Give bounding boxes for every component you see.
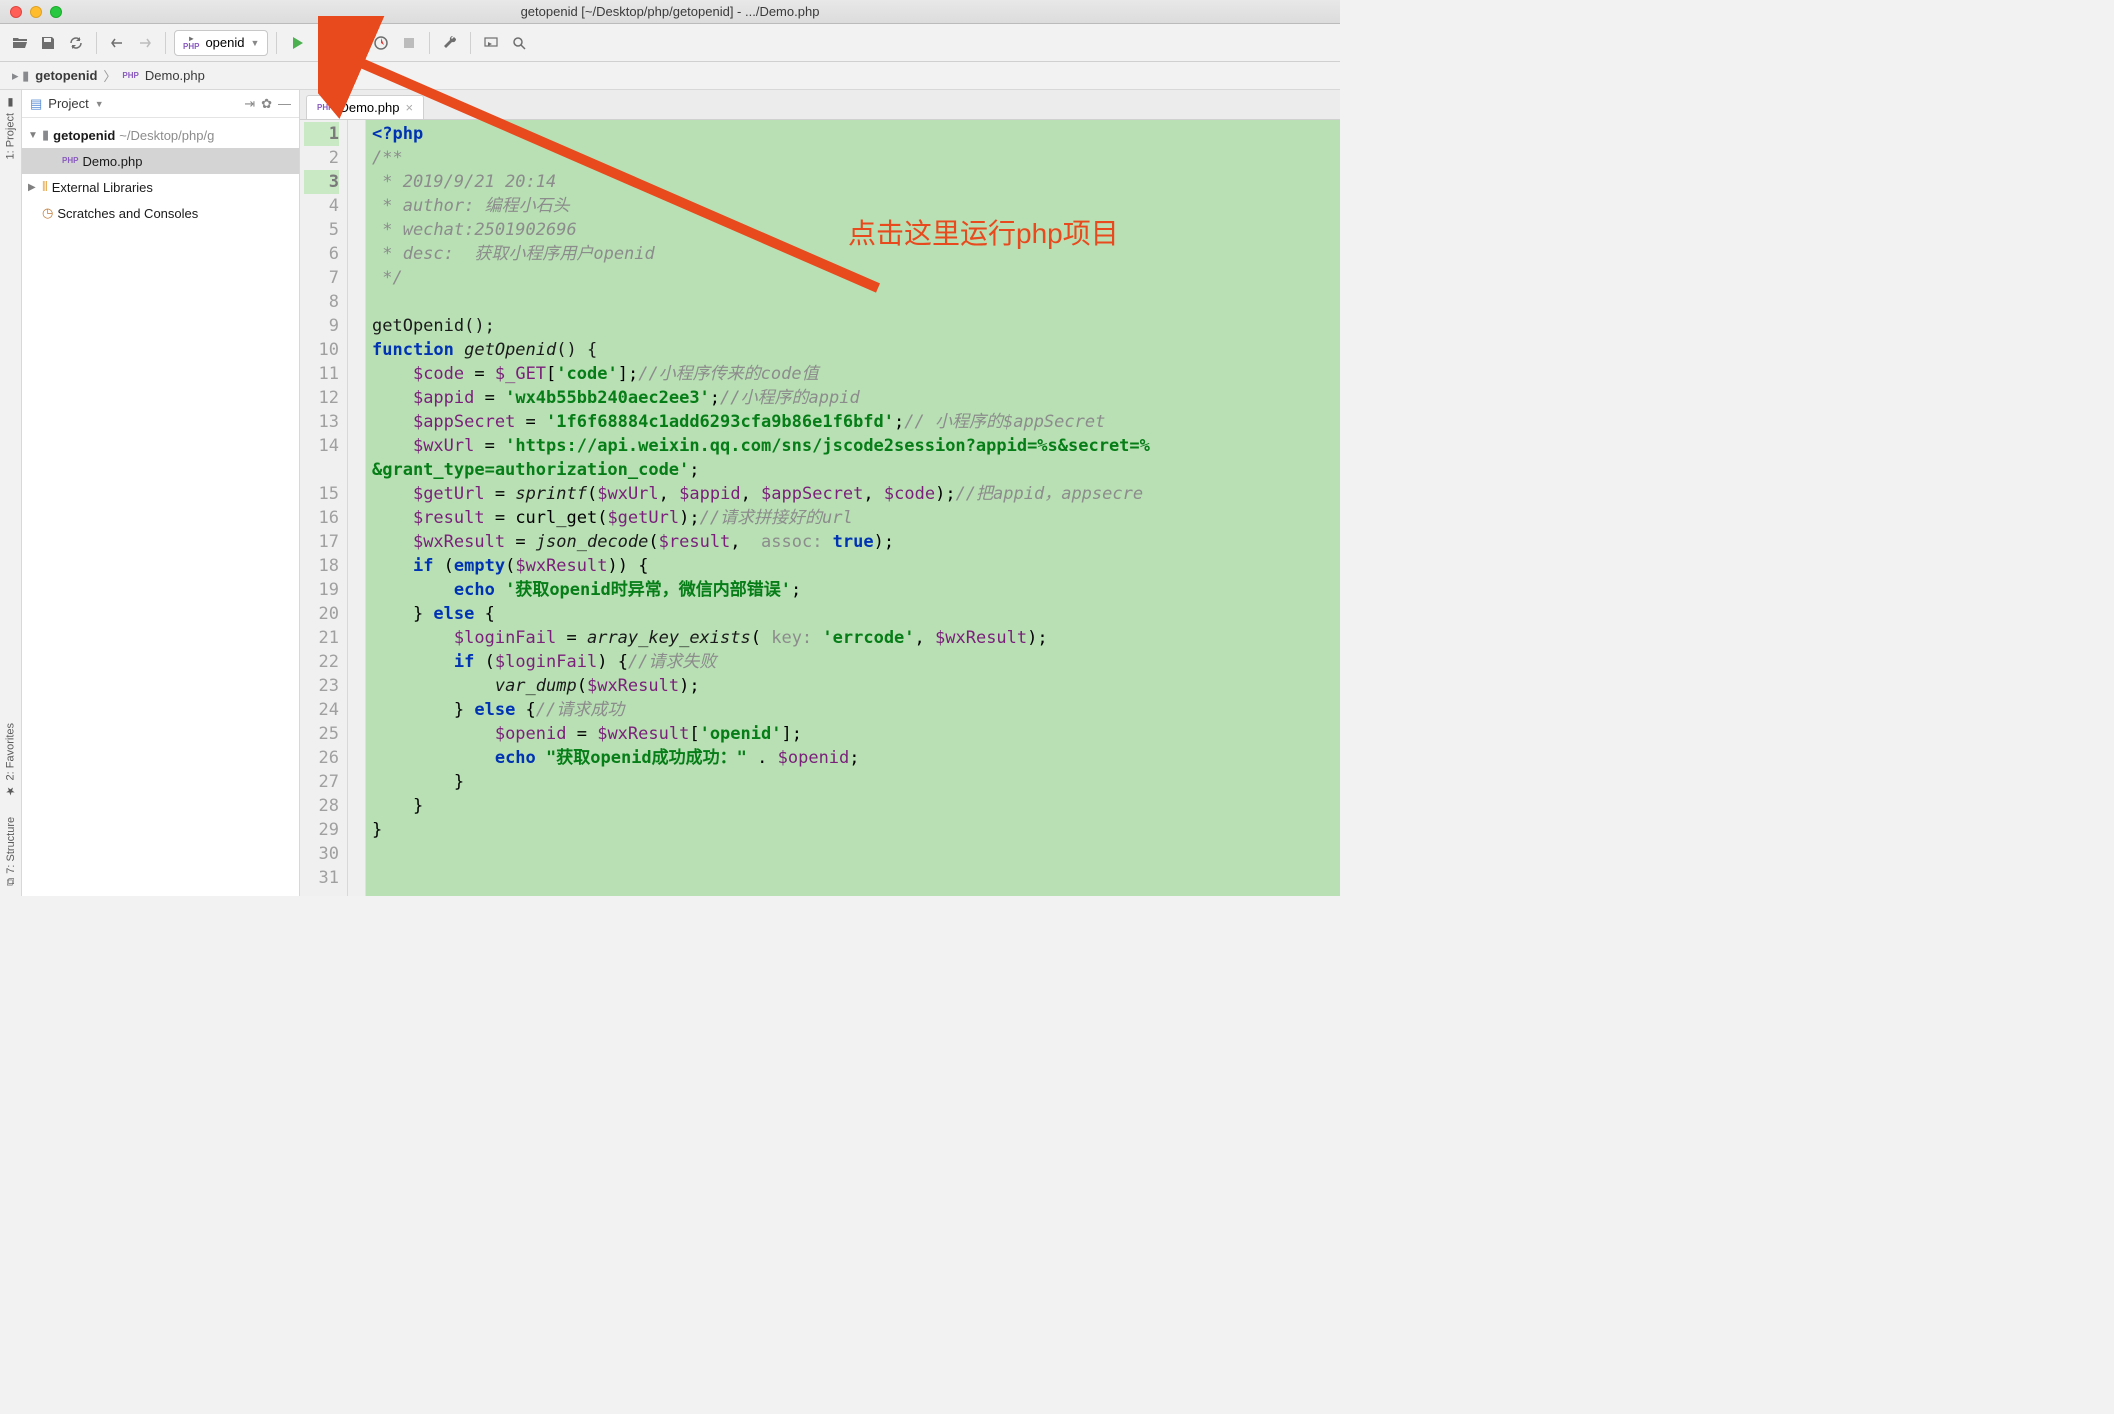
- folder-icon: ▸ ▮: [12, 68, 29, 84]
- project-panel-title[interactable]: Project: [48, 96, 88, 111]
- close-button[interactable]: [10, 6, 22, 18]
- open-icon[interactable]: [8, 31, 32, 55]
- project-panel: ▤ Project ▼ ⇥ ✿ — ▼ ▮ getopenid ~/Deskto…: [22, 90, 300, 896]
- line-gutter: 1234567891011121314151617181920212223242…: [300, 120, 348, 896]
- breadcrumb-file[interactable]: Demo.php: [145, 68, 205, 83]
- collapse-icon[interactable]: ⇥: [244, 96, 255, 112]
- tree-file-demo[interactable]: PHP Demo.php: [22, 148, 299, 174]
- run-button[interactable]: [285, 31, 309, 55]
- editor-area: PHP Demo.php × 1234567891011121314151617…: [300, 90, 1340, 896]
- close-icon[interactable]: ×: [405, 100, 413, 115]
- fold-gutter: [348, 120, 366, 896]
- coverage-icon[interactable]: [341, 31, 365, 55]
- breadcrumb: ▸ ▮ getopenid 〉 PHP Demo.php: [0, 62, 1340, 90]
- minimize-button[interactable]: [30, 6, 42, 18]
- breadcrumb-root[interactable]: getopenid: [35, 68, 97, 83]
- tree-root[interactable]: ▼ ▮ getopenid ~/Desktop/php/g: [22, 122, 299, 148]
- maximize-button[interactable]: [50, 6, 62, 18]
- wrench-icon[interactable]: [438, 31, 462, 55]
- main-toolbar: ▸PHP openid ▼: [0, 24, 1340, 62]
- traffic-lights: [0, 6, 62, 18]
- tab-label: Demo.php: [339, 100, 399, 115]
- project-panel-header: ▤ Project ▼ ⇥ ✿ —: [22, 90, 299, 118]
- code-editor[interactable]: 1234567891011121314151617181920212223242…: [300, 120, 1340, 896]
- avd-icon[interactable]: [479, 31, 503, 55]
- favorites-tool-button[interactable]: ★ 2: Favorites: [4, 723, 17, 797]
- code-content[interactable]: <?php/** * 2019/9/21 20:14 * author: 编程小…: [366, 120, 1340, 896]
- forward-icon[interactable]: [133, 31, 157, 55]
- tab-demo[interactable]: PHP Demo.php ×: [306, 95, 424, 119]
- profile-icon[interactable]: [369, 31, 393, 55]
- left-tool-strip: 1: Project ▮ ★ 2: Favorites ⧉ 7: Structu…: [0, 90, 22, 896]
- run-config-selector[interactable]: ▸PHP openid ▼: [174, 30, 268, 56]
- main-area: 1: Project ▮ ★ 2: Favorites ⧉ 7: Structu…: [0, 90, 1340, 896]
- tab-bar: PHP Demo.php ×: [300, 90, 1340, 120]
- structure-tool-button[interactable]: ⧉ 7: Structure: [5, 817, 17, 886]
- project-tool-button[interactable]: 1: Project ▮: [4, 96, 17, 159]
- stop-button[interactable]: [397, 31, 421, 55]
- back-icon[interactable]: [105, 31, 129, 55]
- sync-icon[interactable]: [64, 31, 88, 55]
- search-icon[interactable]: [507, 31, 531, 55]
- run-config-label: openid: [205, 35, 244, 50]
- titlebar: getopenid [~/Desktop/php/getopenid] - ..…: [0, 0, 1340, 24]
- tree-scratches[interactable]: ◷ Scratches and Consoles: [22, 200, 299, 226]
- project-tree[interactable]: ▼ ▮ getopenid ~/Desktop/php/g PHP Demo.p…: [22, 118, 299, 230]
- window-title: getopenid [~/Desktop/php/getopenid] - ..…: [521, 4, 820, 19]
- save-icon[interactable]: [36, 31, 60, 55]
- hide-icon[interactable]: —: [278, 96, 291, 111]
- tree-external-libs[interactable]: ▶ ⦀ External Libraries: [22, 174, 299, 200]
- gear-icon[interactable]: ✿: [261, 96, 272, 112]
- debug-button[interactable]: [313, 31, 337, 55]
- ide-window: getopenid [~/Desktop/php/getopenid] - ..…: [0, 0, 1340, 896]
